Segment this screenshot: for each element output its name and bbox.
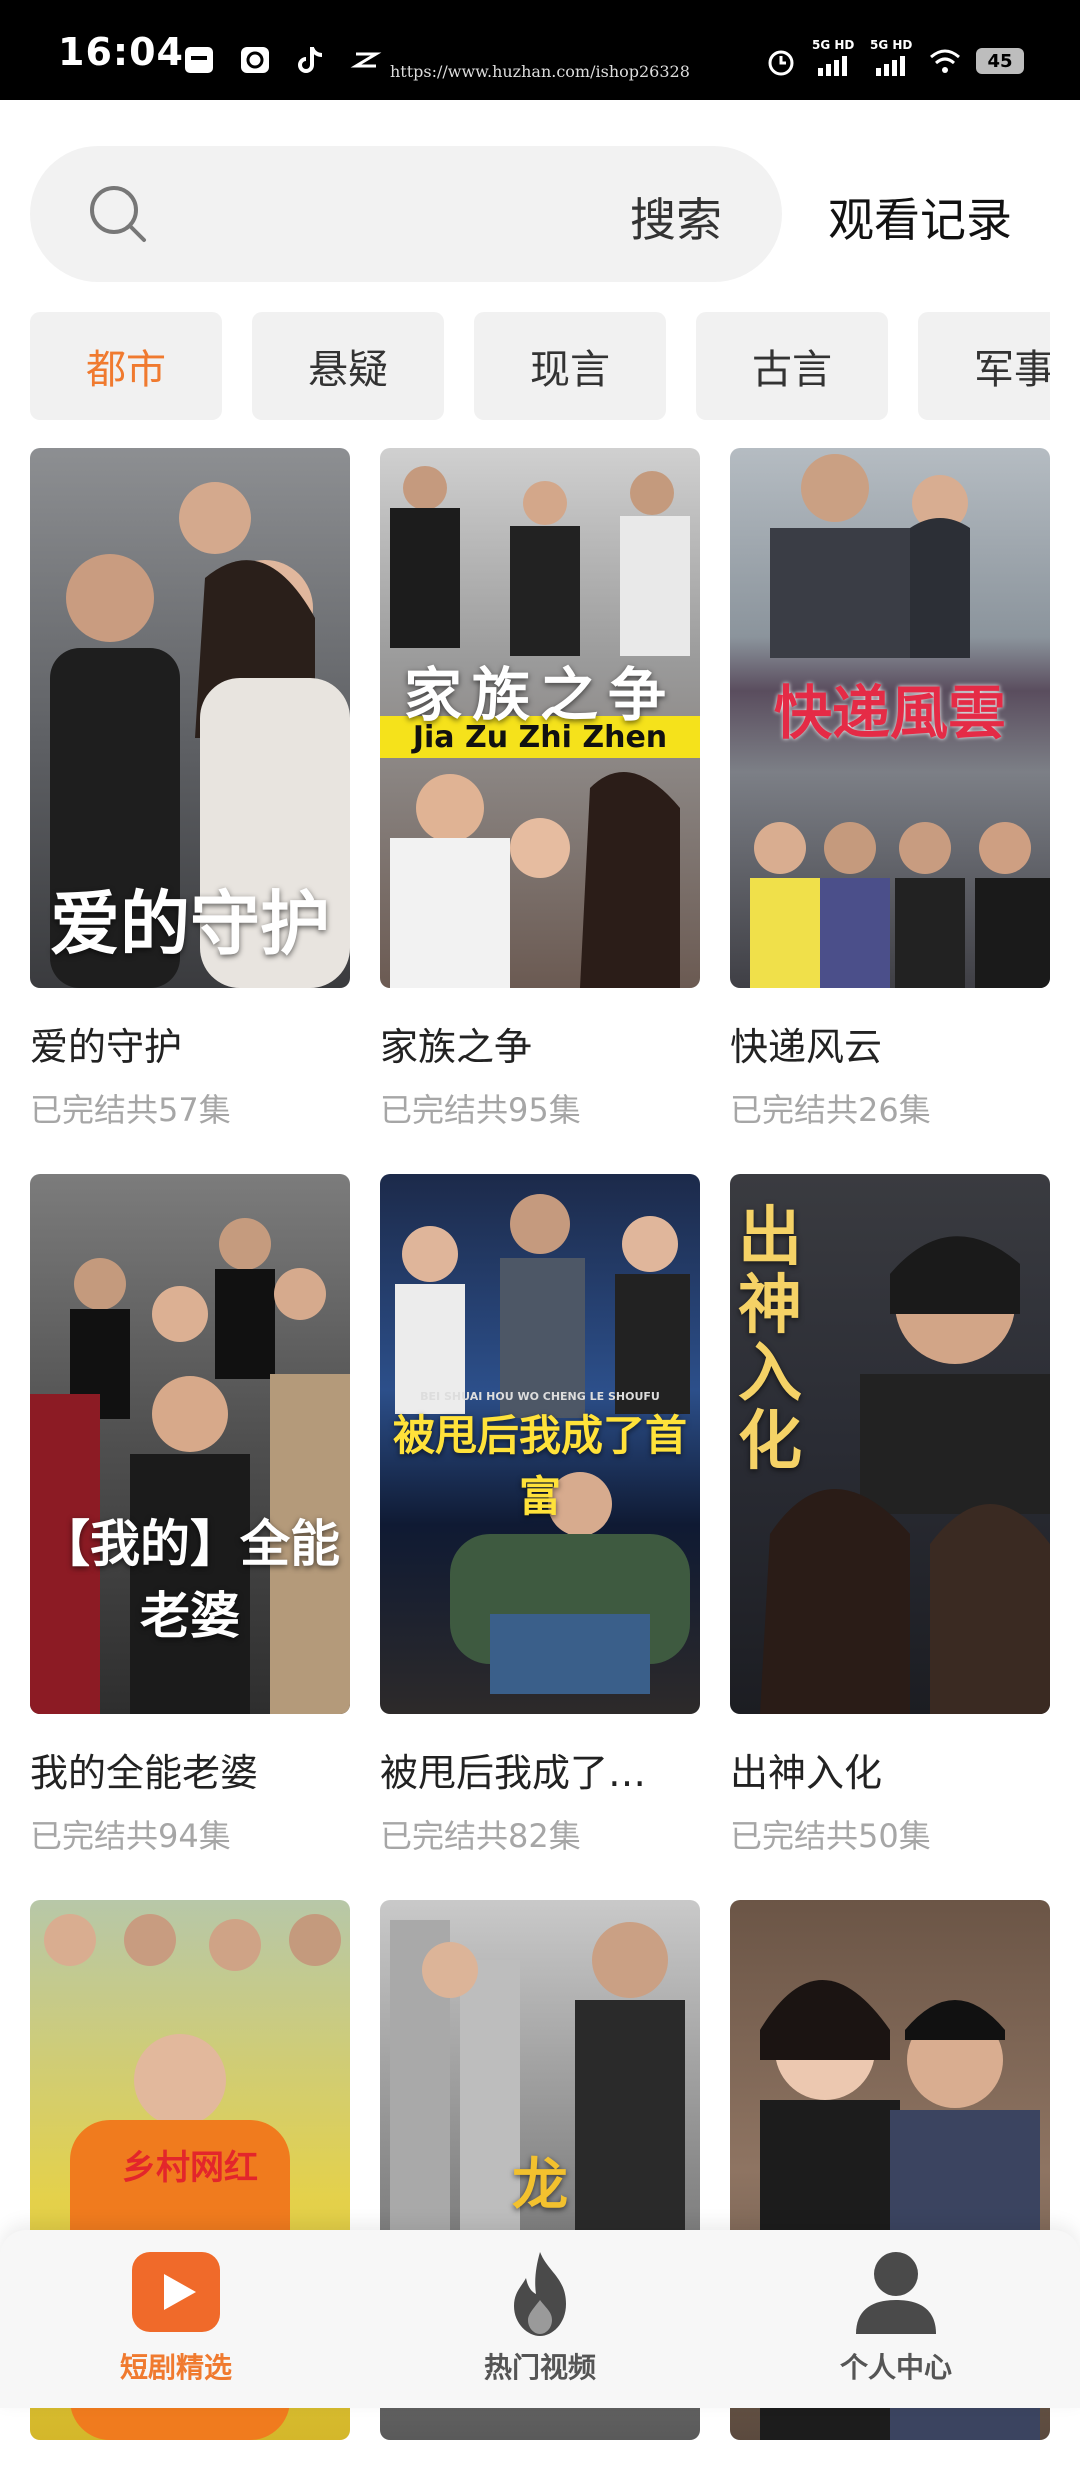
drama-poster[interactable]: 被甩后我成了首富 BEI SHUAI HOU WO CHENG LE SHOUF…	[380, 1174, 700, 1714]
drama-title: 爱的守护	[30, 1025, 183, 1069]
drama-poster[interactable]: 【我的】全能老婆	[30, 1174, 350, 1714]
drama-title: 快递风云	[730, 1025, 883, 1069]
nav-profile-label: 个人中心	[839, 2351, 952, 2384]
nav-hot-videos[interactable]: 热门视频	[440, 2248, 640, 2386]
drama-episodes: 已完结共50集	[730, 1817, 931, 1855]
drama-title: 我的全能老婆	[30, 1751, 259, 1795]
nav-hot-videos-label: 热门视频	[483, 2351, 596, 2384]
search-bar[interactable]: 搜索	[30, 146, 782, 282]
nav-short-drama-label: 短剧精选	[119, 2351, 232, 2384]
user-icon	[856, 2252, 936, 2334]
poster-title-text: 快递風雲	[773, 679, 1006, 747]
category-tab-military[interactable]: 军事	[918, 312, 1050, 420]
drama-episodes: 已完结共57集	[30, 1091, 231, 1129]
play-icon	[132, 2252, 220, 2332]
wallet-icon	[185, 47, 213, 73]
watch-history-button[interactable]: 观看记录	[828, 184, 1012, 250]
signal-bars-icon	[876, 56, 905, 76]
search-icon	[90, 186, 146, 242]
drama-poster[interactable]: 快递風雲	[730, 448, 1050, 988]
nav-short-drama[interactable]: 短剧精选	[76, 2248, 276, 2386]
drama-episodes: 已完结共26集	[730, 1091, 931, 1129]
drama-episodes: 已完结共95集	[380, 1091, 581, 1129]
poster-title-text: 被甩后我成了首富	[392, 1411, 687, 1521]
drama-episodes: 已完结共82集	[380, 1817, 581, 1855]
poster-title-text: 出神入化	[738, 1200, 802, 1479]
drama-title: 被甩后我成了…	[380, 1751, 647, 1795]
poster-subtitle-text: Jia Zu Zhi Zhen	[412, 720, 668, 755]
drama-episodes: 已完结共94集	[30, 1817, 231, 1855]
notification-icons	[182, 44, 384, 76]
poster-title-text: 乡村网红	[122, 2148, 258, 2188]
search-button[interactable]: 搜索	[630, 184, 722, 250]
drama-title: 家族之争	[380, 1025, 533, 1069]
drama-card[interactable]: 家族之争 Jia Zu Zhi Zhen 家族之争 已完结共95集	[380, 448, 700, 1131]
alarm-icon	[768, 50, 794, 76]
drama-card[interactable]: 爱的守护 爱的守护 已完结共57集	[30, 448, 350, 1131]
drama-card[interactable]: 【我的】全能老婆 我的全能老婆 已完结共94集	[30, 1174, 350, 1857]
signal-bars-icon	[818, 56, 847, 76]
drama-card[interactable]: 出神入化 出神入化 已完结共50集	[730, 1174, 1050, 1857]
drama-poster[interactable]: 家族之争 Jia Zu Zhi Zhen	[380, 448, 700, 988]
link-icon	[350, 52, 382, 68]
status-bar: 16:04 https://www.huzhan.com/ishop26328 …	[0, 0, 1080, 100]
battery-indicator: 45	[976, 48, 1024, 74]
poster-title-text: 【我的】全能老婆	[40, 1514, 340, 1645]
poster-subtitle-text: BEI SHUAI HOU WO CHENG LE SHOUFU	[420, 1390, 660, 1403]
category-tabs: 都市 悬疑 现言 古言 军事	[30, 312, 1050, 420]
drama-card[interactable]: 快递風雲 快递风云 已完结共26集	[730, 448, 1050, 1131]
tiktok-icon	[298, 47, 323, 73]
drama-card[interactable]: 被甩后我成了首富 BEI SHUAI HOU WO CHENG LE SHOUF…	[380, 1174, 700, 1857]
drama-title: 出神入化	[730, 1751, 883, 1795]
status-url: https://www.huzhan.com/ishop26328	[390, 62, 690, 81]
poster-title-text: 爱的守护	[50, 882, 330, 965]
system-icons: 5G HD 5G HD 45	[764, 38, 1024, 78]
drama-poster[interactable]: 出神入化	[730, 1174, 1050, 1714]
category-tab-ancient-romance[interactable]: 古言	[696, 312, 888, 420]
signal-1: 5G HD	[812, 38, 856, 78]
drama-poster[interactable]: 爱的守护	[30, 448, 350, 988]
browser-icon	[241, 47, 269, 73]
poster-title-text: 龙	[512, 2152, 568, 2218]
category-tab-suspense[interactable]: 悬疑	[252, 312, 444, 420]
category-tab-modern-romance[interactable]: 现言	[474, 312, 666, 420]
flame-icon	[514, 2252, 566, 2336]
category-tab-urban[interactable]: 都市	[30, 312, 222, 420]
nav-profile[interactable]: 个人中心	[796, 2248, 996, 2386]
bottom-navigation: 短剧精选 热门视频 个人中心	[0, 2230, 1080, 2408]
wifi-icon	[930, 49, 960, 73]
status-time: 16:04	[58, 30, 184, 74]
signal-2: 5G HD	[870, 38, 914, 78]
